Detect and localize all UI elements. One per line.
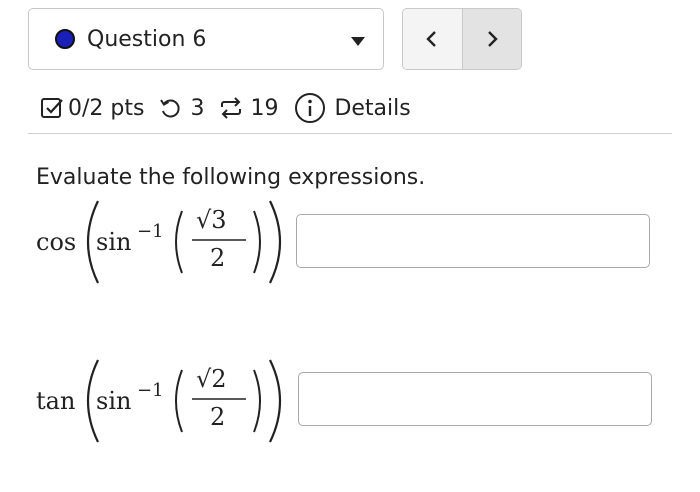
answer-input-1[interactable] — [296, 214, 650, 268]
checkbox-icon — [40, 96, 64, 120]
divider — [28, 133, 672, 134]
retry-icon — [158, 96, 182, 120]
chevron-left-icon — [426, 31, 437, 47]
expr-2-right-paren-inner — [253, 369, 261, 433]
question-info-bar: 0/2 pts 3 19 Details — [40, 88, 411, 128]
expr-1-left-paren-inner — [175, 210, 183, 274]
expression-1: cos sin −1 √3 2 — [36, 200, 282, 284]
expression-2: tan sin −1 √2 2 — [36, 359, 282, 443]
expr-2-denominator: 2 — [210, 403, 225, 431]
question-select-label: Question 6 — [87, 26, 207, 52]
expr-1-right-paren-inner — [253, 210, 261, 274]
expr-1-denominator: 2 — [210, 244, 225, 272]
info-icon[interactable] — [294, 92, 326, 124]
chevron-right-icon — [487, 31, 498, 47]
question-status-dot — [55, 29, 75, 49]
expr-2-inner-fn: sin — [96, 387, 131, 415]
next-question-button[interactable] — [462, 9, 521, 69]
expr-2-left-paren-inner — [175, 369, 183, 433]
question-nav — [402, 8, 522, 70]
points-text: 0/2 pts — [68, 95, 145, 121]
attempts-count: 19 — [250, 95, 279, 121]
expr-2-right-paren-outer — [269, 359, 282, 443]
expr-1-inner-fn: sin — [96, 228, 131, 256]
expr-2-outer-fn: tan — [36, 387, 75, 415]
answer-input-2[interactable] — [298, 372, 652, 426]
expr-1-numerator: √3 — [196, 206, 227, 234]
retries-count: 3 — [190, 95, 205, 121]
expr-1-outer-fn: cos — [36, 228, 76, 256]
expr-2-exponent: −1 — [137, 380, 164, 401]
question-prompt: Evaluate the following expressions. — [36, 165, 426, 190]
details-link[interactable]: Details — [334, 96, 410, 121]
attempts-icon — [218, 96, 244, 120]
expr-1-right-paren-outer — [269, 200, 282, 284]
expr-1-exponent: −1 — [137, 221, 164, 242]
question-select[interactable]: Question 6 — [28, 8, 384, 70]
expr-2-numerator: √2 — [196, 365, 227, 393]
caret-down-icon — [351, 37, 365, 46]
previous-question-button[interactable] — [403, 9, 463, 69]
